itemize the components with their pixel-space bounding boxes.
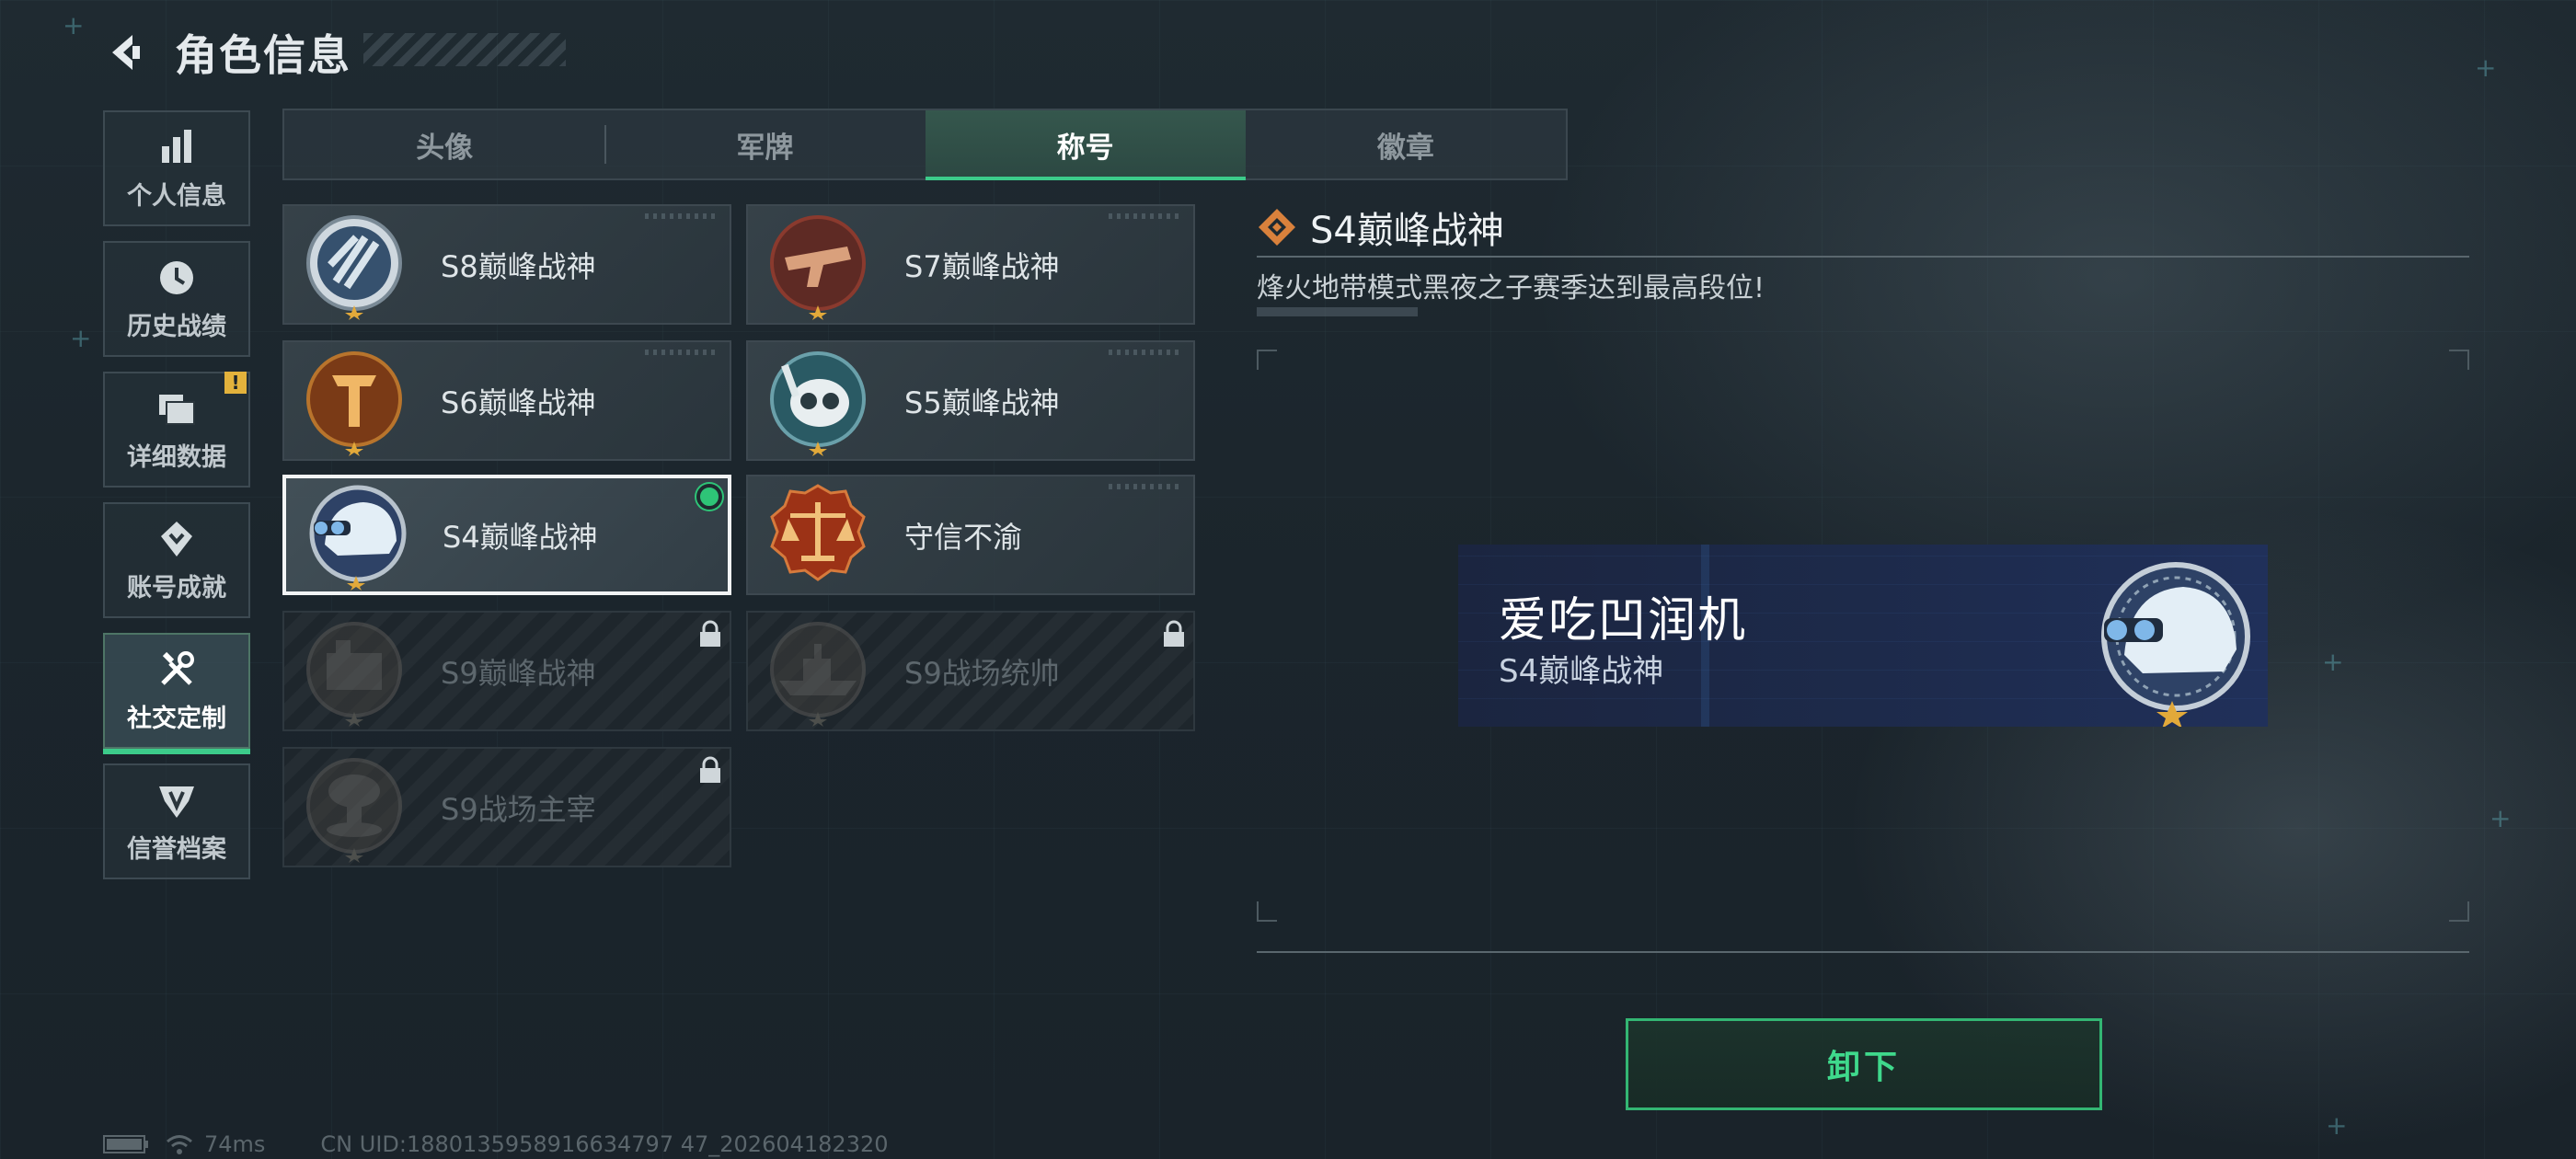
- s5-emblem-icon: [770, 350, 866, 456]
- player-name: 爱吃凹润机: [1499, 593, 1748, 648]
- card-decoration: [1109, 484, 1182, 489]
- s4-helmet-emblem-icon: [2101, 562, 2250, 727]
- divider: [1257, 256, 2469, 258]
- scales-emblem-icon: [770, 483, 866, 581]
- title-name: S5巅峰战神: [904, 384, 1060, 420]
- s8-emblem-icon: [306, 214, 402, 320]
- achievement-icon: [161, 521, 192, 557]
- title-card-equipped[interactable]: S4巅峰战神: [282, 475, 731, 595]
- s4-helmet-emblem-icon: [309, 485, 407, 591]
- s7-emblem-icon: [770, 214, 866, 320]
- title-decoration: [363, 33, 566, 66]
- shield-icon: [159, 786, 194, 818]
- sidebar-item-label: 账号成就: [127, 573, 226, 602]
- unequip-button[interactable]: 卸下: [1626, 1018, 2102, 1110]
- category-tabs: 头像 军牌 称号 徽章: [282, 109, 1568, 180]
- title-card[interactable]: S8巅峰战神: [282, 204, 731, 325]
- s9-emblem-icon: [306, 621, 402, 727]
- decor-cross: +: [2326, 1110, 2348, 1141]
- tab-badge[interactable]: 徽章: [1246, 110, 1566, 178]
- clock-icon: [160, 260, 193, 294]
- sidebar: 个人信息 历史战绩 ! 详细数据 账号成就 社交定制 信誉档案: [103, 110, 250, 894]
- lock-icon: [700, 620, 720, 647]
- back-arrow-icon[interactable]: [101, 28, 151, 77]
- card-decoration: [1109, 350, 1182, 355]
- wifi-icon: [167, 1135, 192, 1154]
- card-decoration: [1109, 213, 1182, 219]
- folder-icon: [159, 394, 195, 425]
- tab-title[interactable]: 称号: [925, 110, 1247, 180]
- ping-value: 74ms: [204, 1131, 266, 1157]
- frame-corner: [2449, 901, 2469, 922]
- diamond-title-icon: [1259, 209, 1295, 246]
- title-card-locked[interactable]: S9战场主宰: [282, 747, 731, 867]
- sidebar-item-label: 历史战绩: [127, 312, 226, 341]
- decor-cross: +: [2475, 52, 2497, 83]
- equipped-indicator: [696, 484, 722, 510]
- title-card-locked[interactable]: S9巅峰战神: [282, 611, 731, 731]
- decor-cross: +: [2490, 803, 2512, 833]
- decor-cross: +: [63, 10, 85, 40]
- sidebar-item-label: 详细数据: [127, 442, 226, 472]
- title-card-locked[interactable]: S9战场统帅: [746, 611, 1195, 731]
- uid-text: CN UID:1880135958916634797 47_2026041823…: [320, 1131, 889, 1157]
- sidebar-item-detailed-data[interactable]: ! 详细数据: [103, 372, 250, 488]
- detail-description: 烽火地带模式黑夜之子赛季达到最高段位!: [1257, 272, 1765, 304]
- decor-cross: +: [2322, 647, 2344, 677]
- lock-icon: [1164, 620, 1184, 647]
- tab-avatar[interactable]: 头像: [284, 110, 604, 178]
- battery-icon: [103, 1135, 148, 1153]
- page-title: 角色信息: [175, 30, 351, 80]
- sidebar-item-label: 信誉档案: [127, 834, 226, 864]
- title-name: S8巅峰战神: [441, 248, 596, 284]
- lock-icon: [700, 756, 720, 783]
- title-card[interactable]: S5巅峰战神: [746, 340, 1195, 461]
- warning-badge: !: [224, 372, 247, 394]
- title-name: S9战场主宰: [441, 791, 596, 827]
- page-header: 角色信息: [101, 20, 351, 85]
- sidebar-item-match-history[interactable]: 历史战绩: [103, 241, 250, 357]
- status-bar: 74ms CN UID:1880135958916634797 47_20260…: [103, 1131, 889, 1157]
- title-name: S6巅峰战神: [441, 384, 596, 420]
- frame-corner: [1257, 350, 1277, 370]
- divider: [1257, 951, 2469, 953]
- nameplate-preview: 爱吃凹润机 S4巅峰战神: [1458, 545, 2268, 727]
- title-card[interactable]: S7巅峰战神: [746, 204, 1195, 325]
- frame-corner: [2449, 350, 2469, 370]
- title-name: S4巅峰战神: [443, 519, 598, 555]
- title-name: S7巅峰战神: [904, 248, 1060, 284]
- decor-cross: +: [70, 323, 92, 353]
- sidebar-item-credit-record[interactable]: 信誉档案: [103, 763, 250, 879]
- sidebar-item-label: 社交定制: [127, 704, 226, 733]
- title-name: S9巅峰战神: [441, 655, 596, 691]
- sidebar-item-label: 个人信息: [127, 181, 226, 211]
- sidebar-item-achievements[interactable]: 账号成就: [103, 502, 250, 618]
- frame-corner: [1257, 901, 1277, 922]
- s6-emblem-icon: [306, 350, 402, 456]
- tab-dog-tag[interactable]: 军牌: [604, 110, 925, 178]
- title-card[interactable]: S6巅峰战神: [282, 340, 731, 461]
- preview-title: S4巅峰战神: [1499, 653, 1664, 690]
- tools-icon: [161, 650, 194, 685]
- sidebar-item-personal-info[interactable]: 个人信息: [103, 110, 250, 226]
- title-name: S9战场统帅: [904, 655, 1060, 691]
- detail-title: S4巅峰战神: [1310, 210, 1504, 252]
- mushroom-cloud-emblem-icon: [306, 757, 402, 863]
- detail-subtext-placeholder: [1257, 307, 1418, 316]
- card-decoration: [645, 350, 719, 355]
- warship-emblem-icon: [770, 621, 866, 727]
- card-decoration: [645, 213, 719, 219]
- bar-chart-icon: [162, 129, 191, 163]
- sidebar-item-social-customization[interactable]: 社交定制: [103, 633, 250, 754]
- title-name: 守信不渝: [904, 519, 1023, 555]
- title-card[interactable]: 守信不渝: [746, 475, 1195, 595]
- detail-header: S4巅峰战神: [1257, 201, 1504, 254]
